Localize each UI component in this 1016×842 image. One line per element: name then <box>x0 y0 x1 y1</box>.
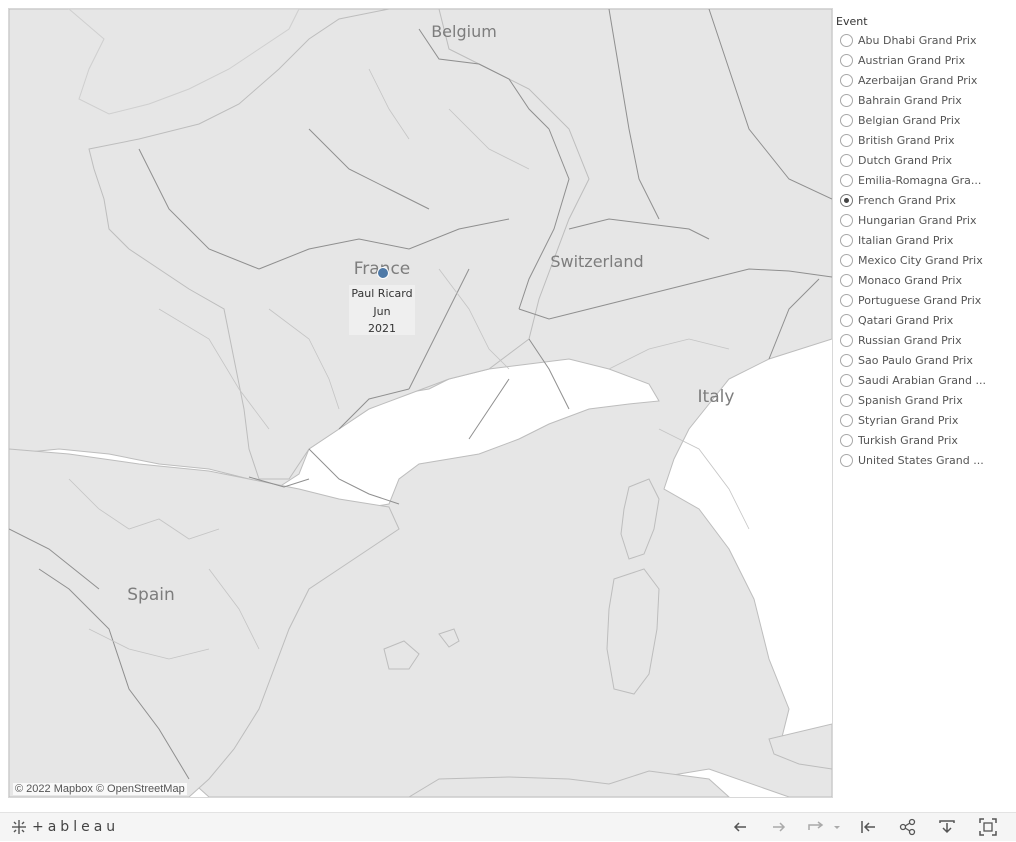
map-attribution[interactable]: © 2022 Mapbox © OpenStreetMap <box>13 783 187 795</box>
filter-option[interactable]: Italian Grand Prix <box>836 230 1012 250</box>
filter-option-label: Monaco Grand Prix <box>858 273 962 287</box>
reset-icon[interactable] <box>858 817 878 837</box>
radio-button[interactable] <box>840 53 853 67</box>
filter-option[interactable]: Emilia-Romagna Gra... <box>836 170 1012 190</box>
radio-button[interactable] <box>840 133 853 147</box>
filter-option-label: Saudi Arabian Grand ... <box>858 373 986 387</box>
marker-circuit-name: Paul Ricard <box>351 287 413 300</box>
radio-button[interactable] <box>840 373 853 387</box>
filter-option-label: Italian Grand Prix <box>858 233 954 247</box>
filter-option-label: Spanish Grand Prix <box>858 393 963 407</box>
filter-option-label: Emilia-Romagna Gra... <box>858 173 982 187</box>
filter-option[interactable]: Hungarian Grand Prix <box>836 210 1012 230</box>
label-belgium: Belgium <box>431 22 497 41</box>
map-view[interactable]: Belgium France Switzerland Italy Spain P… <box>8 8 833 798</box>
radio-button[interactable] <box>840 193 853 207</box>
filter-option[interactable]: Russian Grand Prix <box>836 330 1012 350</box>
tableau-logo-icon <box>12 820 26 834</box>
filter-option[interactable]: Abu Dhabi Grand Prix <box>836 30 1012 50</box>
redo-icon[interactable] <box>769 817 789 837</box>
fullscreen-icon[interactable] <box>978 817 998 837</box>
filter-option-label: Portuguese Grand Prix <box>858 293 982 307</box>
filter-option[interactable]: Qatari Grand Prix <box>836 310 1012 330</box>
tableau-logo[interactable]: +ableau <box>10 818 119 836</box>
radio-button[interactable] <box>840 253 853 267</box>
radio-button[interactable] <box>840 313 853 327</box>
filter-option-label: Sao Paulo Grand Prix <box>858 353 973 367</box>
filter-option[interactable]: Saudi Arabian Grand ... <box>836 370 1012 390</box>
filter-option[interactable]: Bahrain Grand Prix <box>836 90 1012 110</box>
filter-option-label: Hungarian Grand Prix <box>858 213 977 227</box>
filter-option-label: Austrian Grand Prix <box>858 53 966 67</box>
radio-button[interactable] <box>840 173 853 187</box>
event-filter: Event Abu Dhabi Grand Prix Austrian Grand… <box>836 14 1012 470</box>
filter-option-label: Belgian Grand Prix <box>858 113 961 127</box>
undo-icon[interactable] <box>730 817 750 837</box>
filter-option[interactable]: United States Grand ... <box>836 450 1012 470</box>
radio-button[interactable] <box>840 433 853 447</box>
filter-option-label: Bahrain Grand Prix <box>858 93 962 107</box>
radio-button[interactable] <box>840 393 853 407</box>
radio-button[interactable] <box>840 273 853 287</box>
filter-option[interactable]: Monaco Grand Prix <box>836 270 1012 290</box>
filter-option-label: Qatari Grand Prix <box>858 313 954 327</box>
filter-option[interactable]: Azerbaijan Grand Prix <box>836 70 1012 90</box>
circuit-marker[interactable] <box>377 267 389 279</box>
map-canvas[interactable]: Belgium France Switzerland Italy Spain <box>9 9 832 797</box>
radio-button[interactable] <box>840 293 853 307</box>
filter-option[interactable]: British Grand Prix <box>836 130 1012 150</box>
label-spain: Spain <box>127 585 175 605</box>
radio-button[interactable] <box>840 453 853 467</box>
filter-option[interactable]: Dutch Grand Prix <box>836 150 1012 170</box>
marker-month: Jun <box>373 304 391 318</box>
filter-option-label: United States Grand ... <box>858 453 984 467</box>
tableau-logo-text: +ableau <box>32 819 120 835</box>
filter-option[interactable]: Austrian Grand Prix <box>836 50 1012 70</box>
marker-label: Paul Ricard Jun 2021 <box>349 285 415 335</box>
filter-option[interactable]: Belgian Grand Prix <box>836 110 1012 130</box>
filter-option[interactable]: Mexico City Grand Prix <box>836 250 1012 270</box>
radio-button[interactable] <box>840 213 853 227</box>
filter-option[interactable]: Sao Paulo Grand Prix <box>836 350 1012 370</box>
filter-option-label: Abu Dhabi Grand Prix <box>858 33 977 47</box>
radio-button[interactable] <box>840 233 853 247</box>
marker-year: 2021 <box>368 322 396 335</box>
download-icon[interactable] <box>937 817 957 837</box>
filter-option-label: Russian Grand Prix <box>858 333 962 347</box>
filter-option[interactable]: Portuguese Grand Prix <box>836 290 1012 310</box>
filter-option[interactable]: Styrian Grand Prix <box>836 410 1012 430</box>
filter-option-label: Turkish Grand Prix <box>858 433 958 447</box>
radio-button[interactable] <box>840 333 853 347</box>
filter-title: Event <box>836 15 868 28</box>
radio-button[interactable] <box>840 353 853 367</box>
filter-option[interactable]: French Grand Prix <box>836 190 1012 210</box>
filter-option-label: British Grand Prix <box>858 133 955 147</box>
filter-option[interactable]: Turkish Grand Prix <box>836 430 1012 450</box>
filter-option-label: Dutch Grand Prix <box>858 153 953 167</box>
filter-option-label: Styrian Grand Prix <box>858 413 959 427</box>
label-switzerland: Switzerland <box>550 252 643 271</box>
filter-option-label: Azerbaijan Grand Prix <box>858 73 978 87</box>
toolbar: +ableau <box>0 812 1016 841</box>
radio-button[interactable] <box>840 153 853 167</box>
filter-option-label: French Grand Prix <box>858 193 956 207</box>
revert-icon[interactable] <box>806 817 842 837</box>
radio-button[interactable] <box>840 413 853 427</box>
radio-button[interactable] <box>840 113 853 127</box>
radio-button[interactable] <box>840 73 853 87</box>
label-italy: Italy <box>698 387 735 407</box>
radio-button[interactable] <box>840 33 853 47</box>
filter-option[interactable]: Spanish Grand Prix <box>836 390 1012 410</box>
filter-option-label: Mexico City Grand Prix <box>858 253 983 267</box>
filter-list: Abu Dhabi Grand Prix Austrian Grand Prix A… <box>836 30 1012 470</box>
radio-button[interactable] <box>840 93 853 107</box>
share-icon[interactable] <box>898 817 918 837</box>
